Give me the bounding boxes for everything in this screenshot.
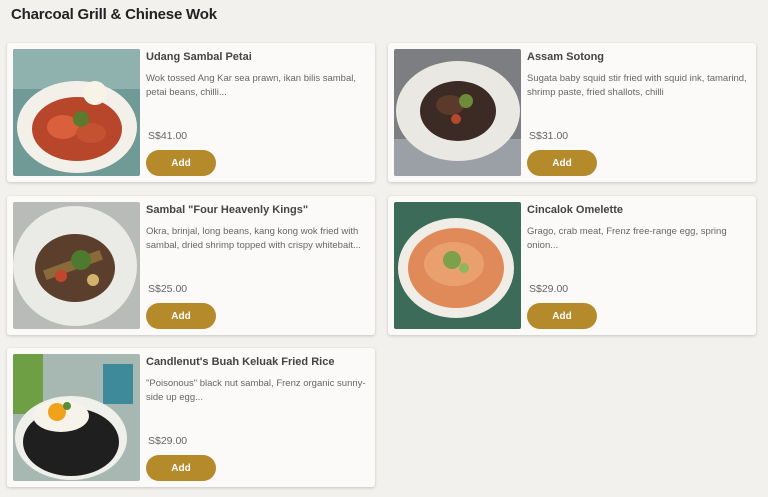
menu-item-card[interactable]: Cincalok Omelette Grago, crab meat, Fren… [388,196,756,335]
dish-photo-icon[interactable] [13,354,140,481]
item-description: Grago, crab meat, Frenz free-range egg, … [527,226,727,251]
item-description: "Poisonous" black nut sambal, Frenz orga… [146,378,366,403]
item-name: Assam Sotong [527,51,605,63]
item-description: Wok tossed Ang Kar sea prawn, ikan bilis… [146,73,356,98]
menu-grid: Udang Sambal Petai Wok tossed Ang Kar se… [0,0,768,497]
item-price: S$41.00 [148,130,188,142]
item-name: Udang Sambal Petai [146,51,252,63]
item-price: S$29.00 [529,283,569,295]
dish-photo-icon[interactable] [394,202,521,329]
item-name: Sambal "Four Heavenly Kings" [146,204,309,216]
add-button[interactable]: Add [527,303,597,329]
add-button[interactable]: Add [527,150,597,176]
item-name: Cincalok Omelette [527,204,623,216]
item-name: Candlenut's Buah Keluak Fried Rice [146,356,335,368]
menu-item-card[interactable]: Udang Sambal Petai Wok tossed Ang Kar se… [7,43,375,182]
dish-photo-icon[interactable] [13,202,140,329]
menu-item-card[interactable]: Assam Sotong Sugata baby squid stir frie… [388,43,756,182]
menu-item-card[interactable]: Sambal "Four Heavenly Kings" Okra, brinj… [7,196,375,335]
add-button[interactable]: Add [146,150,216,176]
item-price: S$25.00 [148,283,188,295]
menu-item-card[interactable]: Candlenut's Buah Keluak Fried Rice "Pois… [7,348,375,487]
item-description: Okra, brinjal, long beans, kang kong wok… [146,226,361,251]
item-price: S$31.00 [529,130,569,142]
item-description: Sugata baby squid stir fried with squid … [527,73,747,98]
dish-photo-icon[interactable] [13,49,140,176]
item-price: S$29.00 [148,435,188,447]
dish-photo-icon[interactable] [394,49,521,176]
add-button[interactable]: Add [146,455,216,481]
add-button[interactable]: Add [146,303,216,329]
